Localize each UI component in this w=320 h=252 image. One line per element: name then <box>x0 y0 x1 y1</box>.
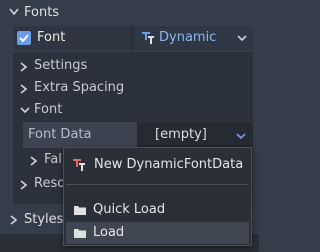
menu-item-label: Load <box>93 225 125 240</box>
chevron-down-icon[interactable] <box>237 35 247 42</box>
menu-item-new-dynamicfontdata[interactable]: New DynamicFontData <box>66 152 249 178</box>
font-section[interactable]: Font <box>13 99 253 121</box>
font-data-property-row: Font Data [empty] <box>23 122 253 148</box>
menu-item-label: New DynamicFontData <box>94 157 244 172</box>
styles-section-title: Styles <box>24 212 64 227</box>
folder-icon <box>73 204 87 216</box>
dynamic-font-icon <box>141 31 155 45</box>
dynamic-font-data-icon <box>72 158 86 172</box>
chevron-right-icon <box>10 215 17 225</box>
checkbox-checked-icon[interactable] <box>17 31 31 45</box>
font-resource-picker[interactable]: Dynamic <box>134 26 253 50</box>
extra-spacing-label: Extra Spacing <box>34 80 125 95</box>
fonts-section-header[interactable]: Fonts <box>0 0 259 26</box>
font-resource-type-label: Dynamic <box>159 30 217 45</box>
resource-context-menu: New DynamicFontData Quick Load Load <box>63 147 252 246</box>
collapse-arrow-icon <box>9 8 19 16</box>
resource-label: Reso <box>34 176 66 191</box>
chevron-down-icon <box>20 107 30 114</box>
font-data-value-button[interactable]: [empty] <box>155 122 207 148</box>
chevron-right-icon <box>20 62 27 72</box>
font-override-toggle[interactable]: Font <box>13 26 130 50</box>
settings-label: Settings <box>34 58 88 73</box>
font-property-label: Font <box>37 30 66 45</box>
font-property-row: Font Dynamic <box>13 26 253 50</box>
chevron-right-icon <box>20 84 27 94</box>
extra-spacing-section[interactable]: Extra Spacing <box>13 77 253 99</box>
menu-item-quick-load[interactable]: Quick Load <box>66 199 249 221</box>
settings-section[interactable]: Settings <box>13 55 253 77</box>
menu-item-label: Quick Load <box>93 202 166 217</box>
chevron-right-icon <box>20 180 27 190</box>
chevron-down-icon[interactable] <box>236 133 246 140</box>
menu-separator <box>66 184 249 185</box>
folder-icon <box>73 227 87 239</box>
fonts-section-title: Fonts <box>24 5 60 20</box>
menu-item-load[interactable]: Load <box>66 222 249 244</box>
font-data-label: Font Data <box>23 122 137 148</box>
chevron-right-icon <box>30 156 37 166</box>
font-section-label: Font <box>34 102 63 117</box>
